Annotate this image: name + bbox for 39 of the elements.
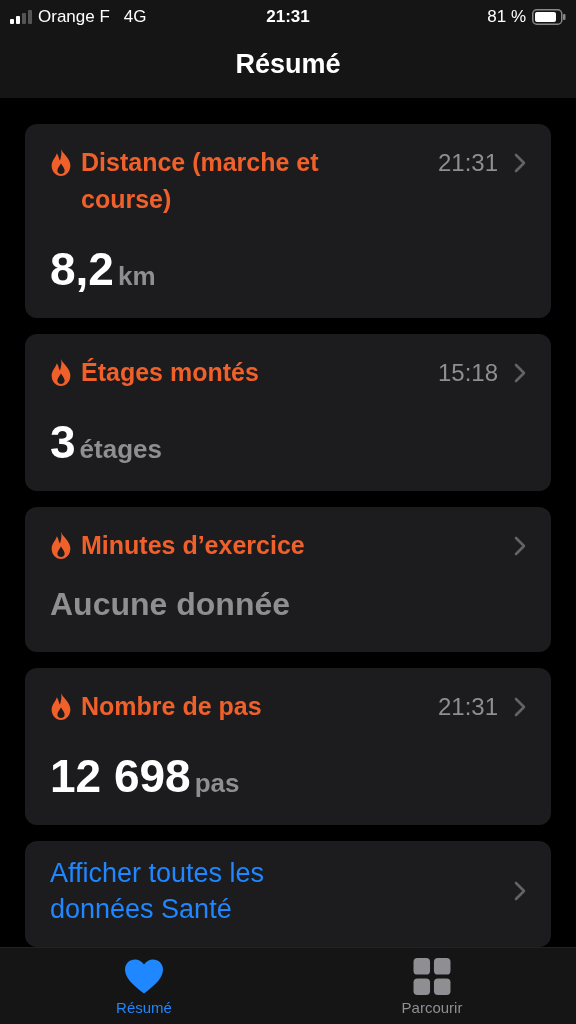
metric-card[interactable]: Nombre de pas 21:31 12 698 pas <box>25 668 551 825</box>
metric-card[interactable]: Étages montés 15:18 3 étages <box>25 334 551 491</box>
chevron-icon <box>514 362 526 383</box>
card-title: Étages montés <box>81 357 259 388</box>
chevron-icon <box>514 881 526 901</box>
flame-icon <box>50 149 72 176</box>
grid-icon <box>412 958 452 995</box>
clock: 21:31 <box>266 7 310 27</box>
flame-icon <box>50 532 72 559</box>
flame-icon <box>50 359 72 386</box>
chevron-icon <box>514 696 526 717</box>
metric-card[interactable]: Distance (marche et course) 21:31 8,2 km <box>25 124 551 318</box>
chevron-icon <box>514 152 526 173</box>
metric-unit: étages <box>79 434 162 465</box>
battery-percent: 81 % <box>487 7 526 27</box>
heart-icon <box>124 958 164 995</box>
card-title: Nombre de pas <box>81 691 262 722</box>
tab[interactable]: Résumé <box>0 948 288 1024</box>
metric-card[interactable]: Minutes d’exercice Aucune donnée <box>25 507 551 652</box>
carrier-name: Orange F <box>38 7 110 27</box>
screen-title: Résumé <box>235 48 341 80</box>
tab[interactable]: Parcourir <box>288 948 576 1024</box>
no-data-text: Aucune donnée <box>50 585 290 623</box>
card-time: 21:31 <box>437 148 498 177</box>
network-type: 4G <box>123 7 147 27</box>
metric-value: 8,2 <box>50 242 114 296</box>
card-title: Minutes d’exercice <box>81 530 305 561</box>
card-title: Distance (marche et course) <box>81 147 320 215</box>
metric-value: 3 <box>50 415 76 469</box>
metric-unit: km <box>117 261 156 292</box>
metric-unit: pas <box>194 768 240 799</box>
show-all-link[interactable]: Afficher toutes les données Santé <box>25 841 551 947</box>
signal-icon <box>10 10 32 24</box>
chevron-icon <box>514 535 526 556</box>
card-time: 15:18 <box>437 358 498 387</box>
battery-icon <box>532 9 566 25</box>
card-time: 21:31 <box>437 692 498 721</box>
flame-icon <box>50 693 72 720</box>
metric-value: 12 698 <box>50 749 191 803</box>
